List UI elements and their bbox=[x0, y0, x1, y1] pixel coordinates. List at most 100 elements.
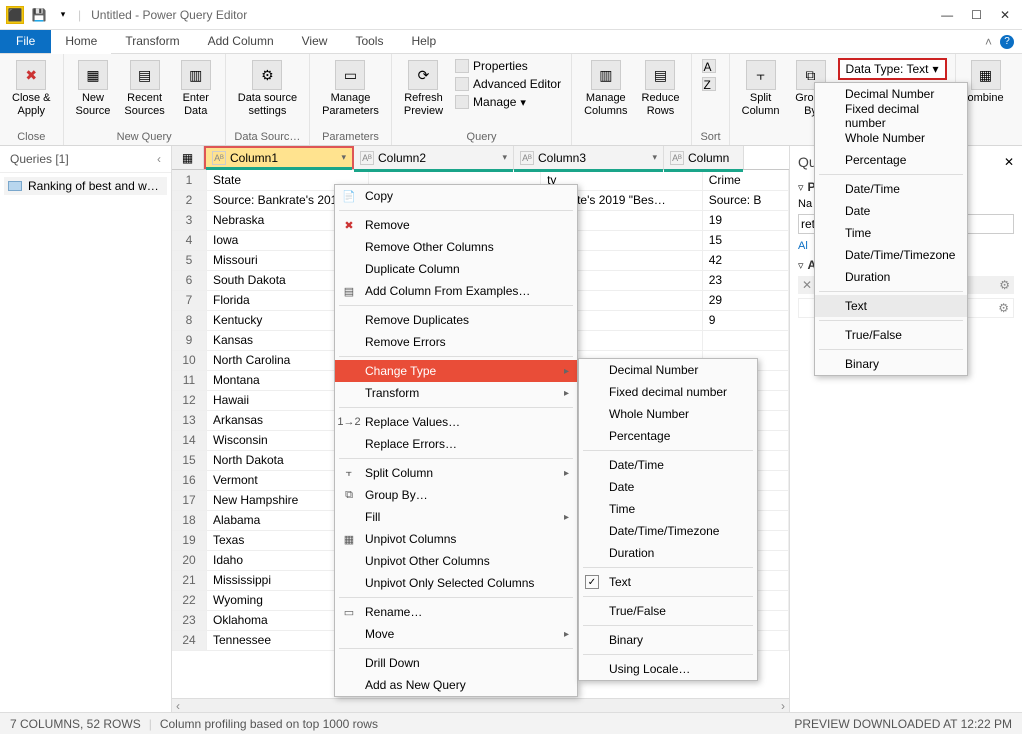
column-header-1[interactable]: Aᴮ Column1 ▾ bbox=[204, 146, 354, 169]
cell[interactable]: 29 bbox=[702, 290, 788, 310]
dd-percentage[interactable]: Percentage bbox=[815, 149, 967, 171]
column-header-4[interactable]: Aᴮ Column bbox=[664, 146, 744, 169]
menu-replace-errors[interactable]: Replace Errors… bbox=[335, 433, 577, 455]
advanced-editor-button[interactable]: Advanced Editor bbox=[453, 76, 563, 92]
column2-filter-icon[interactable]: ▾ bbox=[502, 152, 507, 163]
dd-text[interactable]: Text bbox=[815, 295, 967, 317]
cell[interactable]: 19 bbox=[702, 210, 788, 230]
type-decimal[interactable]: Decimal Number bbox=[579, 359, 757, 381]
enter-data-button[interactable]: ▥Enter Data bbox=[175, 58, 217, 120]
type-whole[interactable]: Whole Number bbox=[579, 403, 757, 425]
menu-transform[interactable]: Transform▸ bbox=[335, 382, 577, 404]
collapse-ribbon-icon[interactable]: ˄ bbox=[985, 35, 992, 49]
close-button[interactable]: ✕ bbox=[1000, 8, 1010, 22]
menu-remove-duplicates[interactable]: Remove Duplicates bbox=[335, 309, 577, 331]
dd-whole[interactable]: Whole Number bbox=[815, 127, 967, 149]
save-icon[interactable]: 💾 bbox=[30, 6, 48, 24]
menu-remove[interactable]: ✖Remove bbox=[335, 214, 577, 236]
type-text[interactable]: ✓Text bbox=[579, 571, 757, 593]
data-type-dropdown[interactable]: Data Type: Text▾ bbox=[838, 58, 947, 80]
type-fixed[interactable]: Fixed decimal number bbox=[579, 381, 757, 403]
cell[interactable] bbox=[702, 330, 788, 350]
combine-button[interactable]: ▦ombine bbox=[964, 58, 1008, 107]
tab-add-column[interactable]: Add Column bbox=[194, 30, 288, 53]
gear-icon[interactable]: ⚙ bbox=[999, 278, 1010, 292]
menu-duplicate[interactable]: Duplicate Column bbox=[335, 258, 577, 280]
dd-duration[interactable]: Duration bbox=[815, 266, 967, 288]
menu-unpivot-selected[interactable]: Unpivot Only Selected Columns bbox=[335, 572, 577, 594]
recent-sources-button[interactable]: ▤Recent Sources bbox=[120, 58, 168, 120]
menu-move[interactable]: Move▸ bbox=[335, 623, 577, 645]
gear-icon[interactable]: ⚙ bbox=[998, 301, 1009, 315]
menu-copy[interactable]: 📄Copy bbox=[335, 185, 577, 207]
manage-button[interactable]: Manage ▾ bbox=[453, 94, 563, 110]
cell[interactable]: 9 bbox=[702, 310, 788, 330]
menu-split-column[interactable]: ⫟Split Column▸ bbox=[335, 462, 577, 484]
tab-transform[interactable]: Transform bbox=[111, 30, 193, 53]
menu-change-type[interactable]: Change Type▸ bbox=[335, 360, 577, 382]
tab-tools[interactable]: Tools bbox=[341, 30, 397, 53]
cell[interactable]: Source: B bbox=[702, 190, 788, 210]
menu-unpivot[interactable]: ▦Unpivot Columns bbox=[335, 528, 577, 550]
tab-home[interactable]: Home bbox=[51, 30, 111, 54]
data-source-settings-button[interactable]: ⚙Data source settings bbox=[234, 58, 301, 120]
column-header-3[interactable]: Aᴮ Column3 ▾ bbox=[514, 146, 664, 169]
dd-time[interactable]: Time bbox=[815, 222, 967, 244]
new-source-button[interactable]: ▦New Source bbox=[72, 58, 115, 120]
menu-add-from-examples[interactable]: ▤Add Column From Examples… bbox=[335, 280, 577, 302]
cell[interactable]: 15 bbox=[702, 230, 788, 250]
dd-binary[interactable]: Binary bbox=[815, 353, 967, 375]
queries-collapse-icon[interactable]: ‹ bbox=[157, 152, 161, 166]
column-header-2[interactable]: Aᴮ Column2 ▾ bbox=[354, 146, 514, 169]
tab-view[interactable]: View bbox=[288, 30, 342, 53]
menu-unpivot-other[interactable]: Unpivot Other Columns bbox=[335, 550, 577, 572]
menu-remove-other[interactable]: Remove Other Columns bbox=[335, 236, 577, 258]
reduce-rows-button[interactable]: ▤Reduce Rows bbox=[638, 58, 684, 120]
refresh-preview-button[interactable]: ⟳Refresh Preview bbox=[400, 58, 447, 120]
maximize-button[interactable]: ☐ bbox=[971, 8, 982, 22]
manage-columns-button[interactable]: ▥Manage Columns bbox=[580, 58, 631, 120]
type-duration[interactable]: Duration bbox=[579, 542, 757, 564]
menu-add-as-query[interactable]: Add as New Query bbox=[335, 674, 577, 696]
menu-drill-down[interactable]: Drill Down bbox=[335, 652, 577, 674]
type-locale[interactable]: Using Locale… bbox=[579, 658, 757, 680]
column3-filter-icon[interactable]: ▾ bbox=[652, 152, 657, 163]
menu-group-by[interactable]: ⧉Group By… bbox=[335, 484, 577, 506]
close-settings-icon[interactable]: ✕ bbox=[1004, 155, 1014, 169]
tab-file[interactable]: File bbox=[0, 30, 51, 53]
manage-parameters-button[interactable]: ▭Manage Parameters bbox=[318, 58, 383, 120]
menu-rename[interactable]: ▭Rename… bbox=[335, 601, 577, 623]
split-column-button[interactable]: ⫟Split Column bbox=[738, 58, 784, 120]
cell[interactable]: 42 bbox=[702, 250, 788, 270]
cell[interactable]: 23 bbox=[702, 270, 788, 290]
close-apply-button[interactable]: ✖Close & Apply bbox=[8, 58, 55, 120]
cell[interactable]: Crime bbox=[702, 170, 788, 190]
dd-date[interactable]: Date bbox=[815, 200, 967, 222]
delete-step-icon[interactable]: ✕ bbox=[802, 278, 812, 292]
type-percentage[interactable]: Percentage bbox=[579, 425, 757, 447]
dd-fixed[interactable]: Fixed decimal number bbox=[815, 105, 967, 127]
column1-filter-icon[interactable]: ▾ bbox=[341, 152, 346, 163]
dd-datetime[interactable]: Date/Time bbox=[815, 178, 967, 200]
sort-desc-button[interactable]: Z bbox=[700, 76, 718, 92]
type-time[interactable]: Time bbox=[579, 498, 757, 520]
properties-button[interactable]: Properties bbox=[453, 58, 563, 74]
type-binary[interactable]: Binary bbox=[579, 629, 757, 651]
sort-asc-button[interactable]: A bbox=[700, 58, 718, 74]
type-date[interactable]: Date bbox=[579, 476, 757, 498]
query-item[interactable]: Ranking of best and w… bbox=[4, 177, 167, 195]
dd-dttz[interactable]: Date/Time/Timezone bbox=[815, 244, 967, 266]
menu-replace-values[interactable]: 1→2Replace Values… bbox=[335, 411, 577, 433]
minimize-button[interactable]: — bbox=[941, 8, 953, 22]
type-datetime[interactable]: Date/Time bbox=[579, 454, 757, 476]
select-all-corner[interactable]: ▦ bbox=[172, 146, 204, 169]
help-icon[interactable]: ? bbox=[1000, 35, 1014, 49]
dd-truefalse[interactable]: True/False bbox=[815, 324, 967, 346]
horizontal-scrollbar[interactable]: ‹› bbox=[172, 698, 789, 712]
type-dttz[interactable]: Date/Time/Timezone bbox=[579, 520, 757, 542]
menu-fill[interactable]: Fill▸ bbox=[335, 506, 577, 528]
type-truefalse[interactable]: True/False bbox=[579, 600, 757, 622]
menu-remove-errors[interactable]: Remove Errors bbox=[335, 331, 577, 353]
tab-help[interactable]: Help bbox=[397, 30, 450, 53]
qat-dropdown-icon[interactable]: ▾ bbox=[54, 6, 72, 24]
